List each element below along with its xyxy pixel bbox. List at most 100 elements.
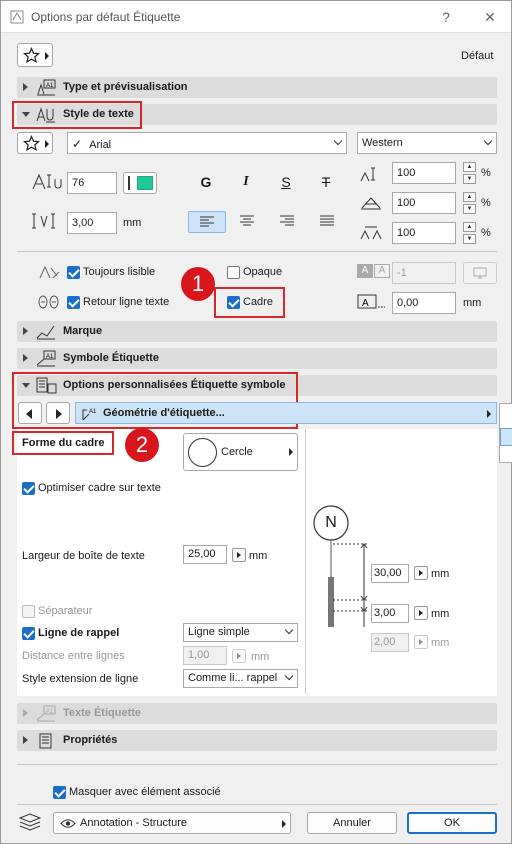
window-title: Options par défaut Étiquette [31, 10, 181, 24]
previous-page-button[interactable] [18, 402, 42, 424]
spin-up-icon[interactable]: ▲ [463, 222, 476, 232]
checkmark-icon: ✓ [72, 137, 83, 151]
next-page-button[interactable] [46, 402, 70, 424]
separator-checkbox [22, 605, 35, 618]
width-factor-spinner[interactable]: ▲ ▼ [463, 162, 476, 184]
optimize-frame-label: Optimiser cadre sur texte [38, 482, 161, 494]
expand-arrow-icon [23, 354, 28, 362]
always-readable-checkbox[interactable] [67, 266, 80, 279]
dim-mid-menu[interactable] [414, 606, 428, 620]
align-right-icon[interactable] [279, 215, 295, 228]
chevron-down-icon [284, 671, 294, 681]
divider [17, 764, 497, 765]
spin-up-icon[interactable]: ▲ [463, 192, 476, 202]
section-marker[interactable]: Marque [17, 321, 497, 342]
spin-down-icon[interactable]: ▼ [463, 234, 476, 244]
chevron-right-icon [282, 820, 286, 828]
frame-shape-picker[interactable]: Cercle [183, 433, 298, 471]
font-favorites-button[interactable] [17, 132, 53, 154]
close-button[interactable]: ✕ [481, 8, 499, 26]
leader-line-checkbox[interactable] [22, 627, 35, 640]
text-box-width-input[interactable]: 25,00 [183, 545, 227, 564]
text-box-width-menu[interactable] [232, 548, 246, 562]
section-label: Propriétés [63, 734, 118, 746]
wrap-text-icon [38, 295, 59, 309]
dim-top-menu[interactable] [414, 566, 428, 580]
section-type-preview[interactable]: A1 Type et prévisualisation [17, 77, 497, 98]
char-spacing-input[interactable]: 100 [392, 222, 456, 244]
leader-line-select[interactable]: Ligne simple [183, 623, 298, 642]
width-factor-icon [360, 167, 375, 182]
chevron-right-icon [45, 140, 49, 148]
dim-mid-input[interactable]: 3,00 [371, 604, 409, 623]
chevron-right-icon [289, 448, 293, 456]
layer-value: Annotation - Structure [80, 817, 188, 829]
slant-spinner[interactable]: ▲ ▼ [463, 192, 476, 214]
section-label: Marque [63, 325, 103, 337]
mm-label: mm [431, 568, 450, 580]
hide-with-element-label: Masquer avec élément associé [69, 786, 221, 798]
spin-down-icon[interactable]: ▼ [463, 204, 476, 214]
strikethrough-button[interactable]: T [308, 171, 344, 193]
line-distance-menu [232, 649, 246, 663]
text-color-button[interactable] [123, 172, 157, 194]
favorites-button[interactable] [17, 43, 53, 67]
page-selector[interactable]: A1 Géométrie d'étiquette... [75, 402, 497, 424]
text-size-icon [32, 173, 62, 190]
always-readable-label: Toujours lisible [83, 266, 156, 278]
align-justify-icon[interactable] [319, 215, 335, 228]
spin-up-icon[interactable]: ▲ [463, 162, 476, 172]
line-spacing-input[interactable]: 3,00 [67, 212, 117, 234]
spin-down-icon[interactable]: ▼ [463, 174, 476, 184]
popup-menu-edge [499, 403, 512, 463]
font-select[interactable]: ✓ Arial [67, 132, 347, 154]
chevron-down-icon [333, 136, 343, 146]
divider [17, 251, 497, 252]
section-properties[interactable]: Propriétés [17, 730, 497, 751]
mm-label: mm [123, 217, 142, 229]
chevron-down-icon [284, 625, 294, 635]
eye-icon [60, 819, 76, 828]
default-label: Défaut [461, 50, 494, 62]
dim-top-input[interactable]: 30,00 [371, 564, 409, 583]
align-left-icon [200, 216, 214, 227]
script-select[interactable]: Western [357, 132, 497, 154]
align-center-icon[interactable] [239, 215, 255, 228]
mm-label: mm [249, 550, 268, 562]
dim-low-menu [414, 635, 428, 649]
highlight-box [12, 101, 142, 129]
underline-button[interactable]: S [268, 171, 304, 193]
script-value: Western [362, 137, 403, 149]
chevron-left-icon [26, 409, 32, 419]
help-button[interactable]: ? [437, 8, 455, 26]
opaque-checkbox[interactable] [227, 266, 240, 279]
layer-select[interactable]: Annotation - Structure [53, 812, 291, 834]
section-label: Symbole Étiquette [63, 352, 159, 364]
label-tool-icon [10, 10, 24, 24]
bold-button[interactable]: G [188, 171, 224, 193]
layers-icon [18, 813, 42, 831]
char-spacing-spinner[interactable]: ▲ ▼ [463, 222, 476, 244]
width-factor-input[interactable]: 100 [392, 162, 456, 184]
popup-highlight [500, 428, 512, 446]
wrap-text-checkbox[interactable] [67, 296, 80, 309]
circle-shape-icon [188, 438, 217, 467]
highlight-box [12, 431, 114, 455]
frame-offset-input[interactable]: 0,00 [392, 292, 456, 314]
expand-arrow-icon [23, 83, 28, 91]
slant-input[interactable]: 100 [392, 192, 456, 214]
align-left-button[interactable] [188, 211, 226, 233]
dialog-window: Options par défaut Étiquette ? ✕ Défaut … [0, 0, 512, 844]
ok-button[interactable]: OK [407, 812, 497, 834]
text-size-input[interactable]: 76 [67, 172, 117, 194]
italic-button[interactable]: I [228, 171, 264, 193]
hide-with-element-checkbox[interactable] [53, 786, 66, 799]
pen-bar [128, 176, 130, 190]
panel-divider [305, 429, 306, 694]
extension-style-select[interactable]: Comme li... rappel [183, 669, 298, 688]
expand-arrow-icon [23, 327, 28, 335]
section-label-symbol[interactable]: A1 Symbole Étiquette [17, 348, 497, 369]
cancel-button[interactable]: Annuler [307, 812, 397, 834]
expand-arrow-icon [23, 736, 28, 744]
optimize-frame-checkbox[interactable] [22, 482, 35, 495]
